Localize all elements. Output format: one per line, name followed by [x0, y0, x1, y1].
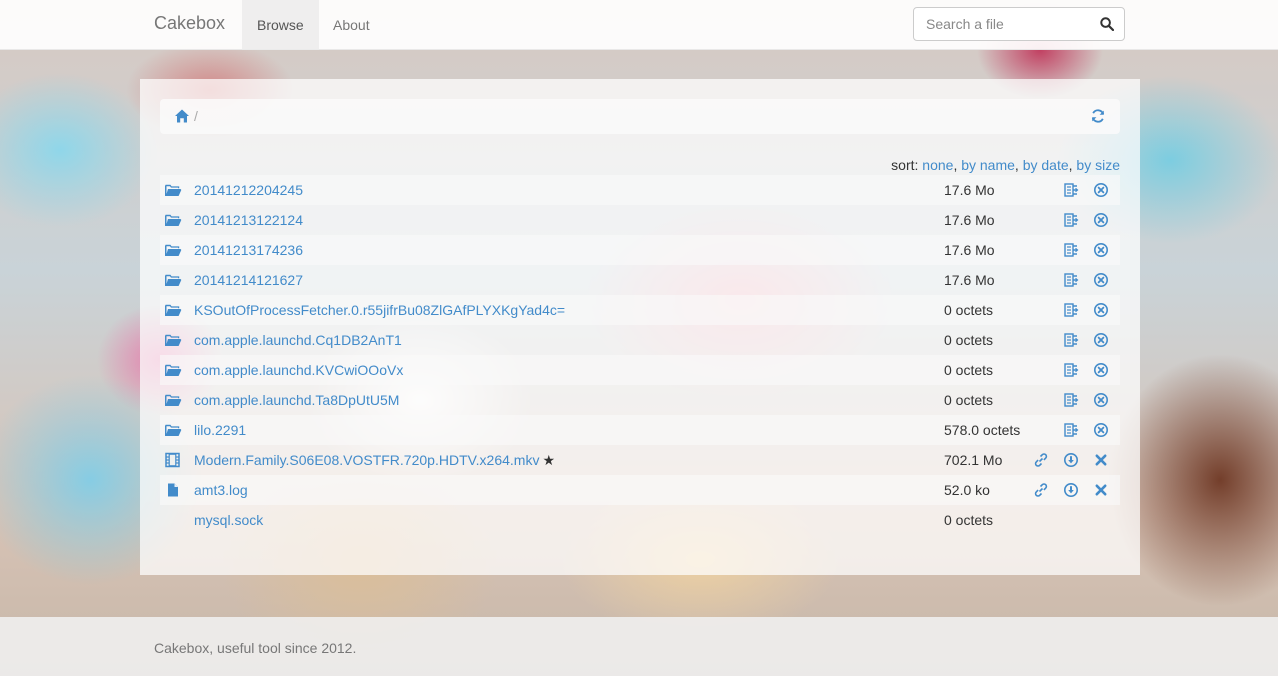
file-name-link[interactable]: 20141213174236	[194, 242, 303, 258]
file-name-link[interactable]: Modern.Family.S06E08.VOSTFR.720p.HDTV.x2…	[194, 452, 555, 469]
file-name-link[interactable]: lilo.2291	[194, 422, 246, 438]
file-size: 0 octets	[944, 512, 994, 528]
archive-icon[interactable]	[1063, 332, 1079, 348]
file-name-link[interactable]: amt3.log	[194, 482, 248, 498]
file-row: com.apple.launchd.KVCwiOOoVx 0 octets	[160, 355, 1120, 385]
file-row: Modern.Family.S06E08.VOSTFR.720p.HDTV.x2…	[160, 445, 1120, 475]
file-size: 52.0 ko	[944, 482, 990, 498]
home-icon[interactable]	[174, 108, 190, 124]
folder-open-icon	[165, 244, 182, 256]
sort-none[interactable]: none	[922, 157, 953, 173]
file-row: KSOutOfProcessFetcher.0.r55jifrBu08ZlGAf…	[160, 295, 1120, 325]
delete-circle-icon[interactable]	[1093, 302, 1109, 318]
file-row: com.apple.launchd.Ta8DpUtU5M 0 octets	[160, 385, 1120, 415]
refresh-icon[interactable]	[1090, 108, 1106, 124]
breadcrumb: /	[160, 99, 1120, 134]
file-row: lilo.2291 578.0 octets	[160, 415, 1120, 445]
file-name-link[interactable]: com.apple.launchd.Ta8DpUtU5M	[194, 392, 399, 408]
delete-circle-icon[interactable]	[1093, 182, 1109, 198]
top-navbar: Cakebox Browse About	[0, 0, 1278, 50]
file-size: 17.6 Mo	[944, 272, 995, 288]
file-list: 20141212204245 17.6 Mo 20141213122124 17.6 …	[160, 175, 1120, 535]
delete-circle-icon[interactable]	[1093, 332, 1109, 348]
archive-icon[interactable]	[1063, 242, 1079, 258]
file-size: 702.1 Mo	[944, 452, 1003, 468]
favorite-star-icon: ★	[542, 452, 556, 468]
search-icon	[1100, 17, 1114, 31]
file-size: 0 octets	[944, 302, 994, 318]
sort-by-size[interactable]: by size	[1076, 157, 1120, 173]
file-row: 20141213122124 17.6 Mo	[160, 205, 1120, 235]
delete-circle-icon[interactable]	[1093, 212, 1109, 228]
file-name-link[interactable]: com.apple.launchd.Cq1DB2AnT1	[194, 332, 402, 348]
folder-open-icon	[165, 274, 182, 286]
file-name-link[interactable]: 20141214121627	[194, 272, 303, 288]
file-size: 17.6 Mo	[944, 182, 995, 198]
link-icon[interactable]	[1033, 482, 1049, 498]
delete-circle-icon[interactable]	[1093, 272, 1109, 288]
footer-text: Cakebox, useful tool since 2012.	[154, 640, 357, 656]
archive-icon[interactable]	[1063, 272, 1079, 288]
file-name-link[interactable]: KSOutOfProcessFetcher.0.r55jifrBu08ZlGAf…	[194, 302, 565, 318]
archive-icon[interactable]	[1063, 362, 1079, 378]
search-box	[913, 7, 1125, 41]
archive-icon[interactable]	[1063, 392, 1079, 408]
delete-circle-icon[interactable]	[1093, 422, 1109, 438]
file-size: 17.6 Mo	[944, 242, 995, 258]
file-row: 20141214121627 17.6 Mo	[160, 265, 1120, 295]
delete-circle-icon[interactable]	[1093, 242, 1109, 258]
file-row: com.apple.launchd.Cq1DB2AnT1 0 octets	[160, 325, 1120, 355]
film-icon	[165, 452, 180, 468]
file-name-link[interactable]: 20141213122124	[194, 212, 303, 228]
file-icon	[168, 483, 178, 497]
folder-open-icon	[165, 304, 182, 316]
remove-icon[interactable]	[1093, 452, 1109, 468]
file-size: 0 octets	[944, 332, 994, 348]
archive-icon[interactable]	[1063, 212, 1079, 228]
folder-open-icon	[165, 334, 182, 346]
search-button[interactable]	[1090, 8, 1124, 40]
remove-icon[interactable]	[1093, 482, 1109, 498]
file-row: amt3.log 52.0 ko	[160, 475, 1120, 505]
sort-by-date[interactable]: by date	[1023, 157, 1069, 173]
file-name-link[interactable]: 20141212204245	[194, 182, 303, 198]
link-icon[interactable]	[1033, 452, 1049, 468]
archive-icon[interactable]	[1063, 182, 1079, 198]
archive-icon[interactable]	[1063, 422, 1079, 438]
sort-by-name[interactable]: by name	[961, 157, 1015, 173]
folder-open-icon	[165, 394, 182, 406]
delete-circle-icon[interactable]	[1093, 392, 1109, 408]
file-row: 20141213174236 17.6 Mo	[160, 235, 1120, 265]
file-size: 0 octets	[944, 362, 994, 378]
file-row: 20141212204245 17.6 Mo	[160, 175, 1120, 205]
archive-icon[interactable]	[1063, 302, 1079, 318]
file-row: mysql.sock 0 octets	[160, 505, 1120, 535]
breadcrumb-separator: /	[194, 108, 198, 124]
nav-browse[interactable]: Browse	[242, 0, 319, 50]
sort-label: sort:	[891, 157, 919, 173]
file-name-link[interactable]: com.apple.launchd.KVCwiOOoVx	[194, 362, 403, 378]
folder-open-icon	[165, 424, 182, 436]
file-name-link[interactable]: mysql.sock	[194, 512, 263, 528]
nav-about[interactable]: About	[318, 0, 385, 50]
file-size: 17.6 Mo	[944, 212, 995, 228]
search-input[interactable]	[914, 8, 1092, 40]
download-circle-icon[interactable]	[1063, 482, 1079, 498]
footer: Cakebox, useful tool since 2012.	[0, 617, 1278, 676]
download-circle-icon[interactable]	[1063, 452, 1079, 468]
delete-circle-icon[interactable]	[1093, 362, 1109, 378]
sort-bar: sort: none, by name, by date, by size	[891, 157, 1120, 173]
folder-open-icon	[165, 214, 182, 226]
folder-open-icon	[165, 184, 182, 196]
file-size: 0 octets	[944, 392, 994, 408]
folder-open-icon	[165, 364, 182, 376]
file-size: 578.0 octets	[944, 422, 1021, 438]
brand-logo[interactable]: Cakebox	[154, 13, 225, 34]
file-browser-panel: / sort: none, by name, by date, by size …	[140, 79, 1140, 575]
